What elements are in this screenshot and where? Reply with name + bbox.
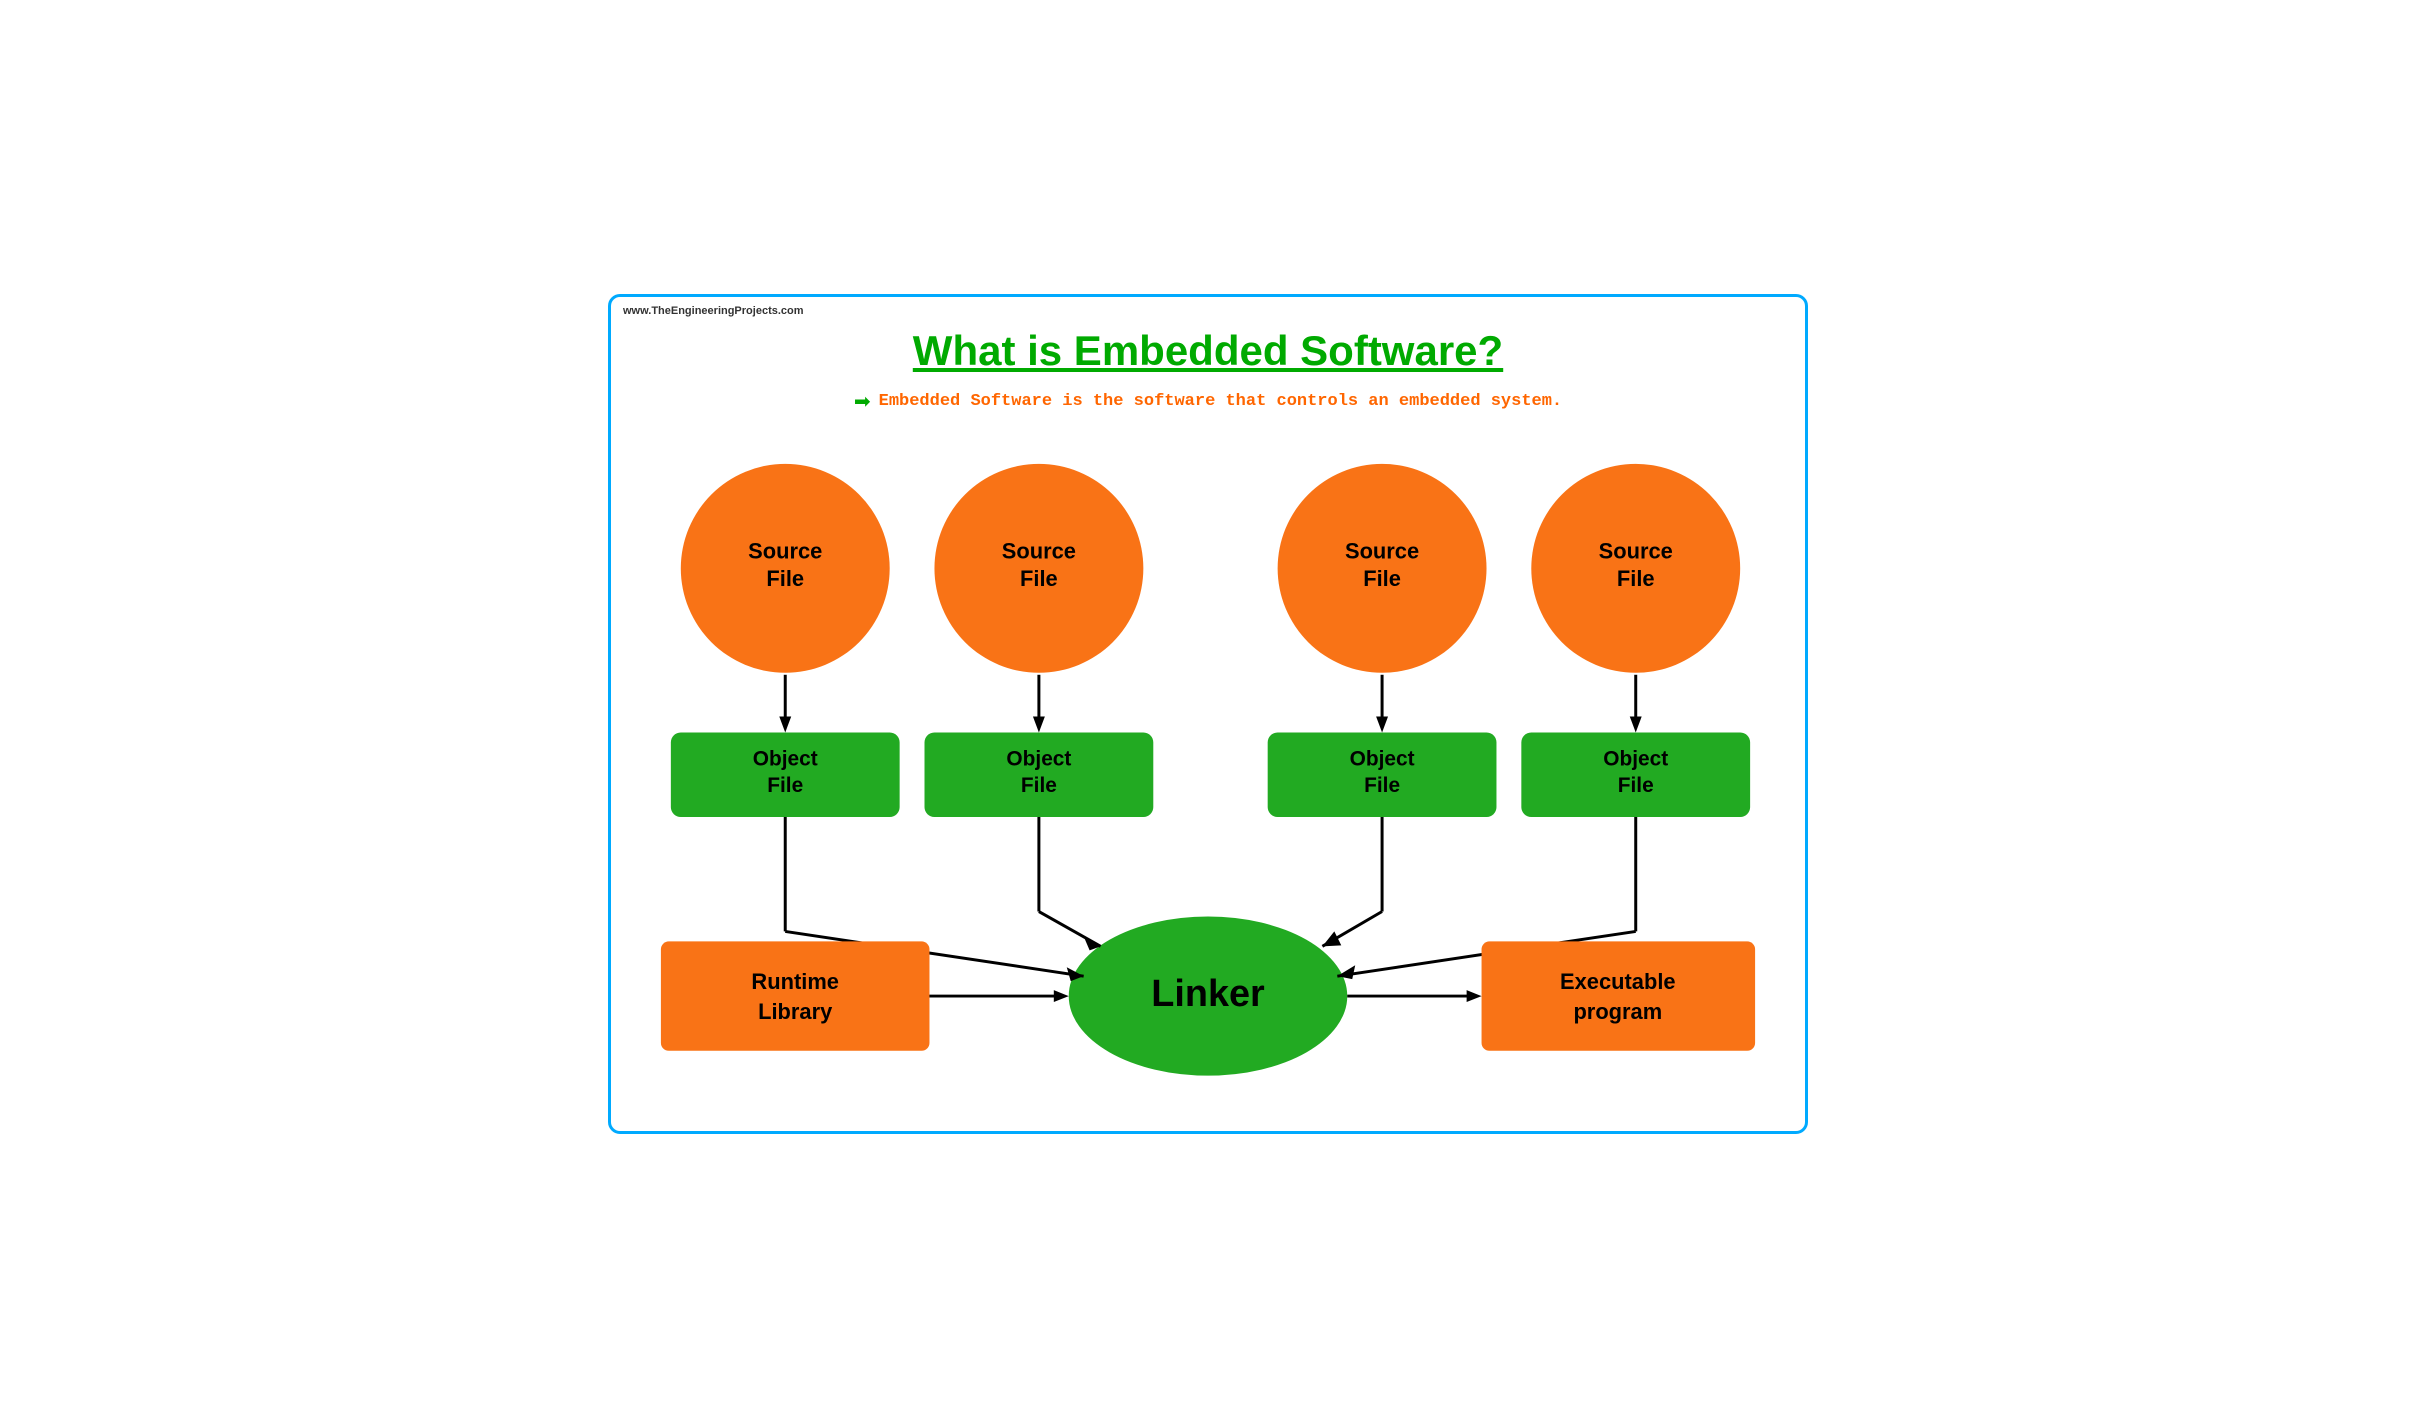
- svg-text:File: File: [1020, 566, 1058, 591]
- svg-text:File: File: [1364, 774, 1400, 797]
- svg-text:Library: Library: [758, 999, 833, 1024]
- executable-label: Executable: [1560, 969, 1676, 994]
- diagram-svg: Source File Source File Source File Sour…: [641, 444, 1775, 1101]
- source-label-3: Source: [1345, 539, 1419, 564]
- svg-text:File: File: [1021, 774, 1057, 797]
- svg-text:program: program: [1573, 999, 1662, 1024]
- object-label-1: Object: [753, 748, 818, 771]
- svg-text:File: File: [1618, 774, 1654, 797]
- source-label-4: Source: [1599, 539, 1673, 564]
- subtitle-text: Embedded Software is the software that c…: [879, 392, 1563, 411]
- executable-box: [1482, 942, 1756, 1051]
- runtime-label: Runtime: [751, 969, 839, 994]
- source-label-1: Source: [748, 539, 822, 564]
- svg-text:File: File: [766, 566, 804, 591]
- main-title: What is Embedded Software?: [641, 327, 1775, 375]
- source-label-2: Source: [1002, 539, 1076, 564]
- object-label-2: Object: [1006, 748, 1071, 771]
- watermark-text: www.TheEngineeringProjects.com: [623, 305, 804, 317]
- linker-label: Linker: [1151, 973, 1265, 1015]
- svg-text:File: File: [767, 774, 803, 797]
- subtitle-arrow-icon: ➡: [854, 389, 871, 414]
- svg-text:File: File: [1363, 566, 1401, 591]
- diagram-container: www.TheEngineeringProjects.com What is E…: [608, 294, 1808, 1134]
- runtime-library-box: [661, 942, 930, 1051]
- svg-text:File: File: [1617, 566, 1655, 591]
- subtitle-row: ➡ Embedded Software is the software that…: [641, 389, 1775, 414]
- object-label-4: Object: [1603, 748, 1668, 771]
- object-label-3: Object: [1350, 748, 1415, 771]
